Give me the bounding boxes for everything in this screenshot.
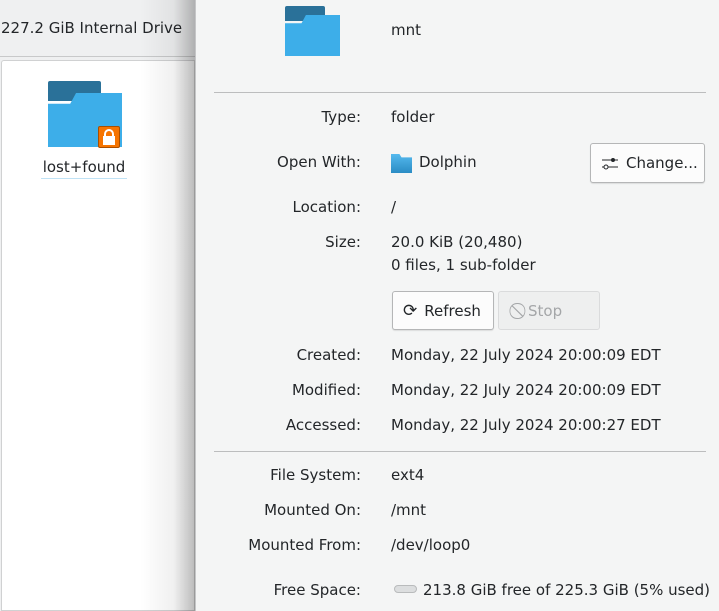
location-header: 227.2 GiB Internal Drive bbox=[0, 0, 195, 57]
mounted-on-value: /mnt bbox=[391, 501, 427, 519]
refresh-button[interactable]: ⟳ Refresh bbox=[392, 291, 494, 330]
file-name[interactable]: lost+found bbox=[41, 158, 127, 179]
type-label: Type: bbox=[321, 108, 361, 126]
refresh-icon: ⟳ bbox=[403, 300, 418, 321]
separator bbox=[214, 92, 706, 93]
accessed-value: Monday, 22 July 2024 20:00:27 EDT bbox=[391, 416, 661, 434]
size-value: 20.0 KiB (20,480) bbox=[391, 233, 523, 251]
lock-icon bbox=[98, 126, 120, 148]
location-value: / bbox=[391, 198, 397, 216]
size-label: Size: bbox=[325, 233, 361, 251]
separator bbox=[214, 451, 706, 452]
free-space-label: Free Space: bbox=[273, 581, 361, 599]
stop-label: Stop bbox=[528, 301, 563, 320]
open-with-value: Dolphin bbox=[419, 153, 477, 171]
modified-label: Modified: bbox=[291, 381, 361, 399]
created-label: Created: bbox=[296, 346, 361, 364]
filesystem-label: File System: bbox=[270, 466, 361, 484]
change-button[interactable]: Change... bbox=[590, 143, 705, 183]
name-field[interactable]: mnt bbox=[391, 21, 421, 39]
filesystem-value: ext4 bbox=[391, 466, 425, 484]
accessed-label: Accessed: bbox=[285, 416, 361, 434]
free-space-value: 213.8 GiB free of 225.3 GiB (5% used) bbox=[423, 581, 711, 599]
size-detail: 0 files, 1 sub-folder bbox=[391, 256, 536, 274]
created-value: Monday, 22 July 2024 20:00:09 EDT bbox=[391, 346, 661, 364]
mounted-from-value: /dev/loop0 bbox=[391, 536, 471, 554]
change-button-label: Change... bbox=[626, 154, 698, 172]
folder-icon-large[interactable] bbox=[285, 6, 340, 56]
file-item-lost-found[interactable] bbox=[48, 81, 122, 148]
modified-value: Monday, 22 July 2024 20:00:09 EDT bbox=[391, 381, 661, 399]
location-label: Location: bbox=[292, 198, 362, 216]
file-view[interactable]: lost+found bbox=[1, 60, 195, 611]
settings-sliders-icon bbox=[602, 158, 618, 170]
type-value: folder bbox=[391, 108, 435, 126]
mounted-on-label: Mounted On: bbox=[264, 501, 361, 519]
open-with-label: Open With: bbox=[277, 153, 361, 171]
mounted-from-label: Mounted From: bbox=[248, 536, 361, 554]
drive-label: 227.2 GiB Internal Drive bbox=[1, 19, 183, 37]
usage-bar bbox=[394, 585, 417, 593]
refresh-label: Refresh bbox=[424, 301, 481, 320]
stop-button[interactable]: ⃠ Stop bbox=[498, 291, 600, 330]
